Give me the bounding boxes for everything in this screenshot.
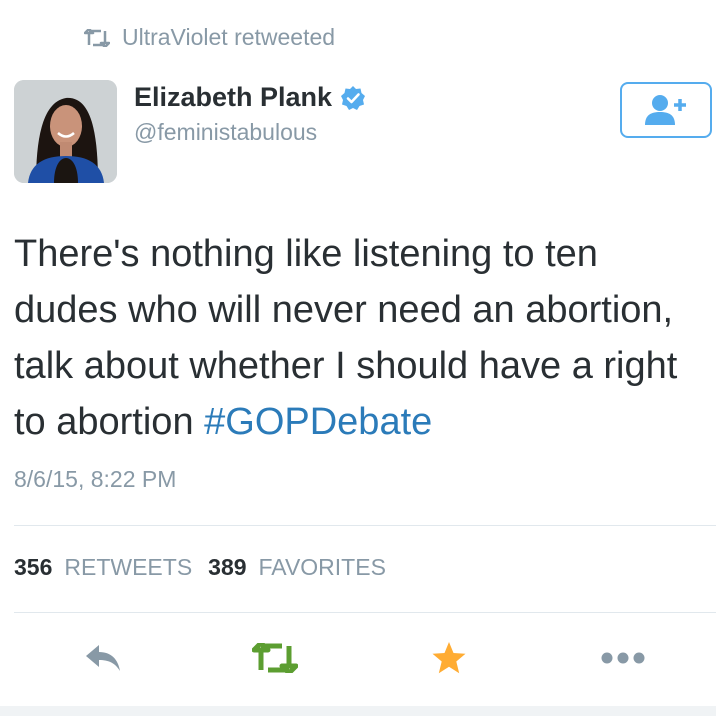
verified-badge-icon [341, 85, 366, 110]
retweet-icon [252, 643, 298, 673]
tweet-timestamp: 8/6/15, 8:22 PM [14, 466, 177, 492]
follow-button[interactable] [620, 82, 712, 138]
retweet-icon [84, 28, 110, 47]
follow-user-icon [645, 95, 686, 125]
tweet-actions [0, 636, 716, 680]
divider-bottom [14, 612, 716, 613]
retweet-button[interactable] [250, 636, 300, 680]
retweeted-by-label[interactable]: UltraViolet retweeted [122, 24, 335, 51]
favorites-count[interactable]: 389 [208, 554, 246, 581]
more-icon [601, 652, 645, 664]
tweet-text: There's nothing like listening to ten du… [14, 226, 704, 450]
star-icon [432, 642, 466, 674]
tweet-stats: 356 RETWEETS 389 FAVORITES [14, 554, 390, 581]
retweets-label[interactable]: RETWEETS [64, 554, 192, 581]
reply-icon [86, 645, 120, 671]
more-button[interactable] [598, 636, 648, 680]
reply-button[interactable] [78, 636, 128, 680]
hashtag-link[interactable]: #GOPDebate [204, 401, 432, 443]
author-name-row: Elizabeth Plank [134, 82, 366, 113]
avatar[interactable] [14, 80, 117, 183]
author-info: Elizabeth Plank @feministabulous [134, 82, 366, 146]
favorites-label[interactable]: FAVORITES [259, 554, 386, 581]
author-handle[interactable]: @feministabulous [134, 119, 366, 146]
retweet-context: UltraViolet retweeted [84, 24, 335, 51]
bottom-strip [0, 706, 716, 716]
retweets-count[interactable]: 356 [14, 554, 52, 581]
avatar-image [14, 80, 117, 183]
favorite-button[interactable] [424, 636, 474, 680]
author-name[interactable]: Elizabeth Plank [134, 82, 332, 113]
divider-top [14, 525, 716, 526]
